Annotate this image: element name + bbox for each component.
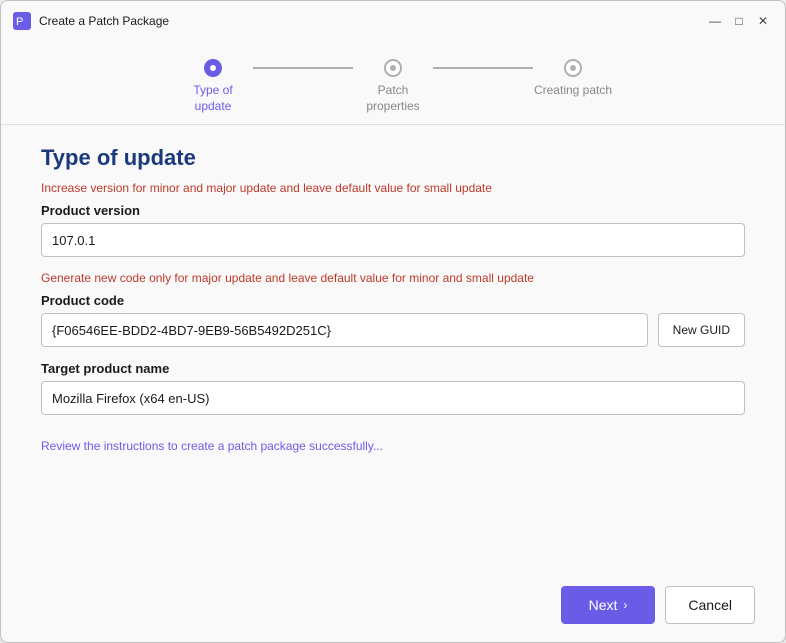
stepper: Type ofupdate Patchproperties Creating p…: [173, 59, 613, 114]
cancel-button[interactable]: Cancel: [665, 586, 755, 624]
product-code-label: Product code: [41, 293, 745, 308]
chevron-right-icon: ›: [623, 598, 627, 612]
app-icon: P: [13, 12, 31, 30]
window-controls: — □ ✕: [707, 13, 771, 29]
main-window: P Create a Patch Package — □ ✕ Type ofup…: [0, 0, 786, 643]
svg-text:P: P: [16, 16, 23, 28]
target-product-group: Target product name: [41, 361, 745, 415]
minimize-button[interactable]: —: [707, 13, 723, 29]
step-circle-1: [204, 59, 222, 77]
step-label-2: Patchproperties: [353, 83, 433, 114]
target-product-label: Target product name: [41, 361, 745, 376]
step-label-1: Type ofupdate: [173, 83, 253, 114]
new-guid-button[interactable]: New GUID: [658, 313, 745, 347]
product-code-input[interactable]: [41, 313, 648, 347]
window-title: Create a Patch Package: [39, 14, 169, 28]
title-bar: P Create a Patch Package — □ ✕: [1, 1, 785, 39]
target-product-row: [41, 381, 745, 415]
step-circle-2: [384, 59, 402, 77]
main-content: Type of update Increase version for mino…: [1, 125, 785, 572]
stepper-container: Type ofupdate Patchproperties Creating p…: [1, 39, 785, 124]
step-label-3: Creating patch: [533, 83, 613, 99]
product-version-input[interactable]: [41, 223, 745, 257]
step-creating-patch: Creating patch: [533, 59, 613, 99]
maximize-button[interactable]: □: [731, 13, 747, 29]
step-patch-properties: Patchproperties: [353, 59, 433, 114]
next-button[interactable]: Next ›: [561, 586, 656, 624]
close-button[interactable]: ✕: [755, 13, 771, 29]
product-code-group: Product code New GUID: [41, 293, 745, 347]
product-code-row: New GUID: [41, 313, 745, 347]
next-label: Next: [589, 597, 618, 613]
step-circle-3: [564, 59, 582, 77]
product-version-group: Product version: [41, 203, 745, 257]
step-line-1: [253, 67, 353, 69]
section-title: Type of update: [41, 145, 745, 171]
product-version-label: Product version: [41, 203, 745, 218]
target-product-input[interactable]: [41, 381, 745, 415]
hint-text-2: Generate new code only for major update …: [41, 271, 745, 285]
step-type-of-update: Type ofupdate: [173, 59, 253, 114]
review-link[interactable]: Review the instructions to create a patc…: [41, 439, 383, 453]
step-line-2: [433, 67, 533, 69]
product-version-row: [41, 223, 745, 257]
title-bar-left: P Create a Patch Package: [13, 12, 169, 30]
footer: Next › Cancel: [1, 572, 785, 642]
hint-text-1: Increase version for minor and major upd…: [41, 181, 745, 195]
